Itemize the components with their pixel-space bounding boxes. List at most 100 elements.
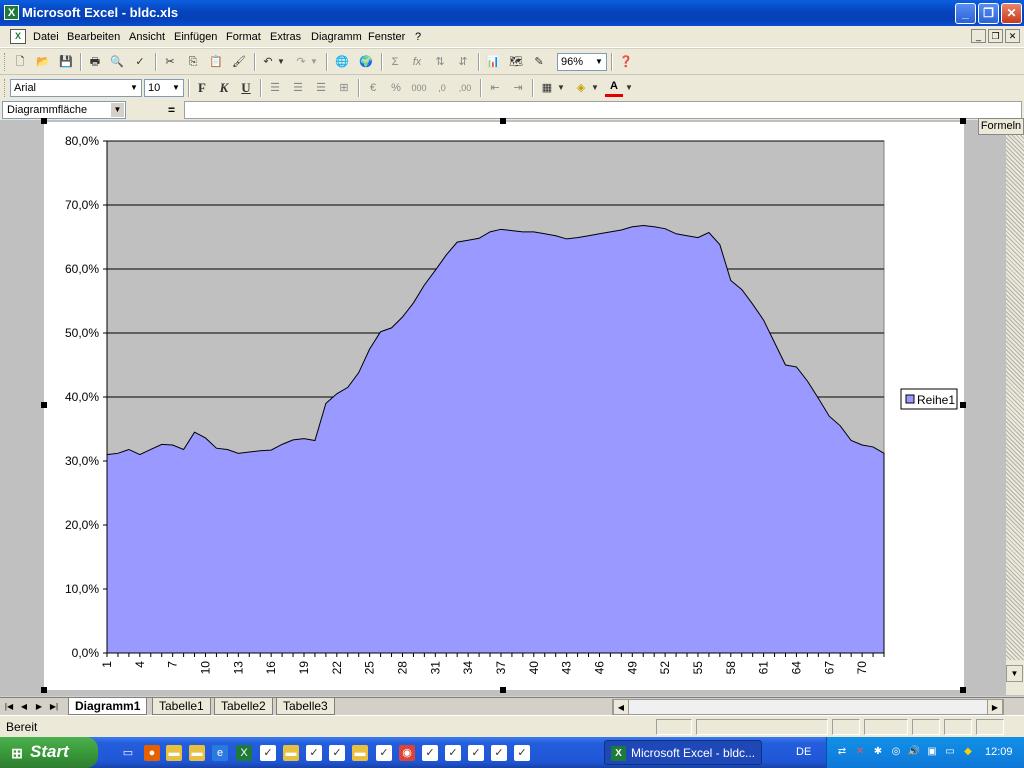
document-icon[interactable]: ✓ [260, 745, 276, 761]
selection-handle[interactable] [960, 687, 966, 693]
formula-equals[interactable]: = [168, 103, 175, 117]
increase-indent-icon[interactable]: ⇥ [509, 79, 527, 97]
office-assistant-icon[interactable]: ❓ [617, 53, 635, 71]
undo-dropdown-icon[interactable]: ▼ [276, 53, 286, 71]
doc-restore-button[interactable]: ❐ [988, 29, 1003, 43]
increase-decimal-icon[interactable]: ,0 [433, 79, 451, 97]
chevron-down-icon[interactable]: ▼ [170, 81, 182, 95]
volume-icon[interactable]: 🔊 [907, 745, 921, 759]
underline-button[interactable]: U [237, 79, 255, 97]
format-painter-icon[interactable]: 🖌 [230, 53, 248, 71]
tab-diagramm1[interactable]: Diagramm1 [68, 698, 148, 715]
sort-ascending-icon[interactable]: ⇅ [431, 53, 449, 71]
selection-handle[interactable] [960, 402, 966, 408]
legend[interactable]: Reihe1 [900, 388, 958, 410]
chevron-down-icon[interactable]: ▼ [128, 81, 140, 95]
start-button[interactable]: ⊞ Start [0, 737, 98, 768]
chart-wizard-icon[interactable]: 📊 [484, 53, 502, 71]
scroll-left-icon[interactable]: ◀ [613, 699, 629, 715]
function-icon[interactable]: fx [408, 53, 426, 71]
folder-icon[interactable]: ▬ [166, 745, 182, 761]
doc-minimize-button[interactable]: _ [971, 29, 986, 43]
chrome-icon[interactable]: ◉ [399, 745, 415, 761]
autosum-icon[interactable]: Σ [386, 53, 404, 71]
scroll-track[interactable] [1006, 135, 1024, 660]
display-icon[interactable]: ▣ [925, 745, 939, 759]
map-icon[interactable]: 🗺 [507, 53, 525, 71]
excel-icon[interactable]: X [236, 745, 252, 761]
tab-tabelle3[interactable]: Tabelle3 [276, 698, 335, 715]
selection-handle[interactable] [500, 118, 506, 124]
scroll-down-icon[interactable]: ▼ [1006, 665, 1023, 682]
zoom-select[interactable]: 96% ▼ [557, 53, 607, 71]
menu-bearbeiten[interactable]: Bearbeiten [67, 31, 120, 43]
undo-icon[interactable]: ↶ [259, 53, 277, 71]
security-icon[interactable]: ◎ [889, 745, 903, 759]
document-icon[interactable]: ✓ [422, 745, 438, 761]
web-toolbar-icon[interactable]: 🌍 [357, 53, 375, 71]
selection-handle[interactable] [500, 687, 506, 693]
font-color-button[interactable]: A [605, 79, 623, 97]
tray-app-icon[interactable]: ◆ [961, 745, 975, 759]
document-icon[interactable]: ✓ [376, 745, 392, 761]
fill-color-icon[interactable]: ◈ [572, 79, 590, 97]
print-icon[interactable]: 🖶 [86, 53, 104, 71]
font-color-dropdown-icon[interactable]: ▼ [624, 79, 634, 97]
drawing-icon[interactable]: ✎ [530, 53, 548, 71]
redo-dropdown-icon[interactable]: ▼ [309, 53, 319, 71]
vertical-scrollbar[interactable]: ▼ [1006, 135, 1024, 695]
chart[interactable]: 0,0% 10,0% 20,0% 30,0% 40,0% 50,0% 60,0% 70,0% 8… [0, 120, 1006, 696]
hyperlink-icon[interactable]: 🌐 [333, 53, 351, 71]
selection-handle[interactable] [41, 687, 47, 693]
first-sheet-icon[interactable]: |◀ [2, 699, 16, 714]
fill-color-dropdown-icon[interactable]: ▼ [590, 79, 600, 97]
selection-handle[interactable] [41, 402, 47, 408]
merge-center-icon[interactable]: ⊞ [335, 79, 353, 97]
tab-tabelle1[interactable]: Tabelle1 [152, 698, 211, 715]
spellcheck-icon[interactable]: ✓ [131, 53, 149, 71]
name-box[interactable]: Diagrammfläche ▼ [2, 101, 126, 119]
folder-icon[interactable]: ▬ [352, 745, 368, 761]
doc-close-button[interactable]: ✕ [1005, 29, 1020, 43]
restore-button[interactable]: ❐ [978, 3, 999, 24]
toolbar-grip[interactable] [4, 79, 7, 97]
monitor-icon[interactable]: ▭ [943, 745, 957, 759]
last-sheet-icon[interactable]: ▶| [47, 699, 61, 714]
borders-icon[interactable]: ▦ [538, 79, 556, 97]
chevron-down-icon[interactable]: ▼ [111, 103, 124, 117]
selection-handle[interactable] [960, 118, 966, 124]
minimize-button[interactable]: _ [955, 3, 976, 24]
save-icon[interactable]: 💾 [57, 53, 75, 71]
menu-diagramm[interactable]: Diagramm [311, 31, 362, 43]
font-select[interactable]: Arial ▼ [10, 79, 142, 97]
document-icon[interactable]: ✓ [329, 745, 345, 761]
document-icon[interactable]: ✓ [306, 745, 322, 761]
bold-button[interactable]: F [193, 79, 211, 97]
align-right-icon[interactable]: ☰ [312, 79, 330, 97]
document-icon[interactable]: ✓ [445, 745, 461, 761]
font-size-select[interactable]: 10 ▼ [144, 79, 184, 97]
menu-extras[interactable]: Extras [270, 31, 301, 43]
menu-datei[interactable]: Datei [33, 31, 59, 43]
menu-ansicht[interactable]: Ansicht [129, 31, 165, 43]
show-desktop-icon[interactable]: ▭ [120, 745, 136, 761]
align-left-icon[interactable]: ☰ [266, 79, 284, 97]
thousands-icon[interactable]: 000 [410, 79, 428, 97]
italic-button[interactable]: K [215, 79, 233, 97]
percent-icon[interactable]: % [387, 79, 405, 97]
paste-icon[interactable]: 📋 [207, 53, 225, 71]
open-icon[interactable]: 📂 [34, 53, 52, 71]
horizontal-scrollbar[interactable]: ◀ ▶ [612, 699, 1004, 715]
network-icon[interactable]: ⇄ [835, 745, 849, 759]
document-icon[interactable]: ✓ [491, 745, 507, 761]
excel-app-icon[interactable]: X [4, 5, 19, 20]
internet-explorer-icon[interactable]: e [212, 745, 228, 761]
formula-input[interactable] [184, 101, 1022, 119]
tab-tabelle2[interactable]: Tabelle2 [214, 698, 273, 715]
decrease-indent-icon[interactable]: ⇤ [486, 79, 504, 97]
folder-icon[interactable]: ▬ [189, 745, 205, 761]
cut-icon[interactable]: ✂ [161, 53, 179, 71]
menu-fenster[interactable]: Fenster [368, 31, 405, 43]
align-center-icon[interactable]: ☰ [289, 79, 307, 97]
prev-sheet-icon[interactable]: ◀ [17, 699, 31, 714]
